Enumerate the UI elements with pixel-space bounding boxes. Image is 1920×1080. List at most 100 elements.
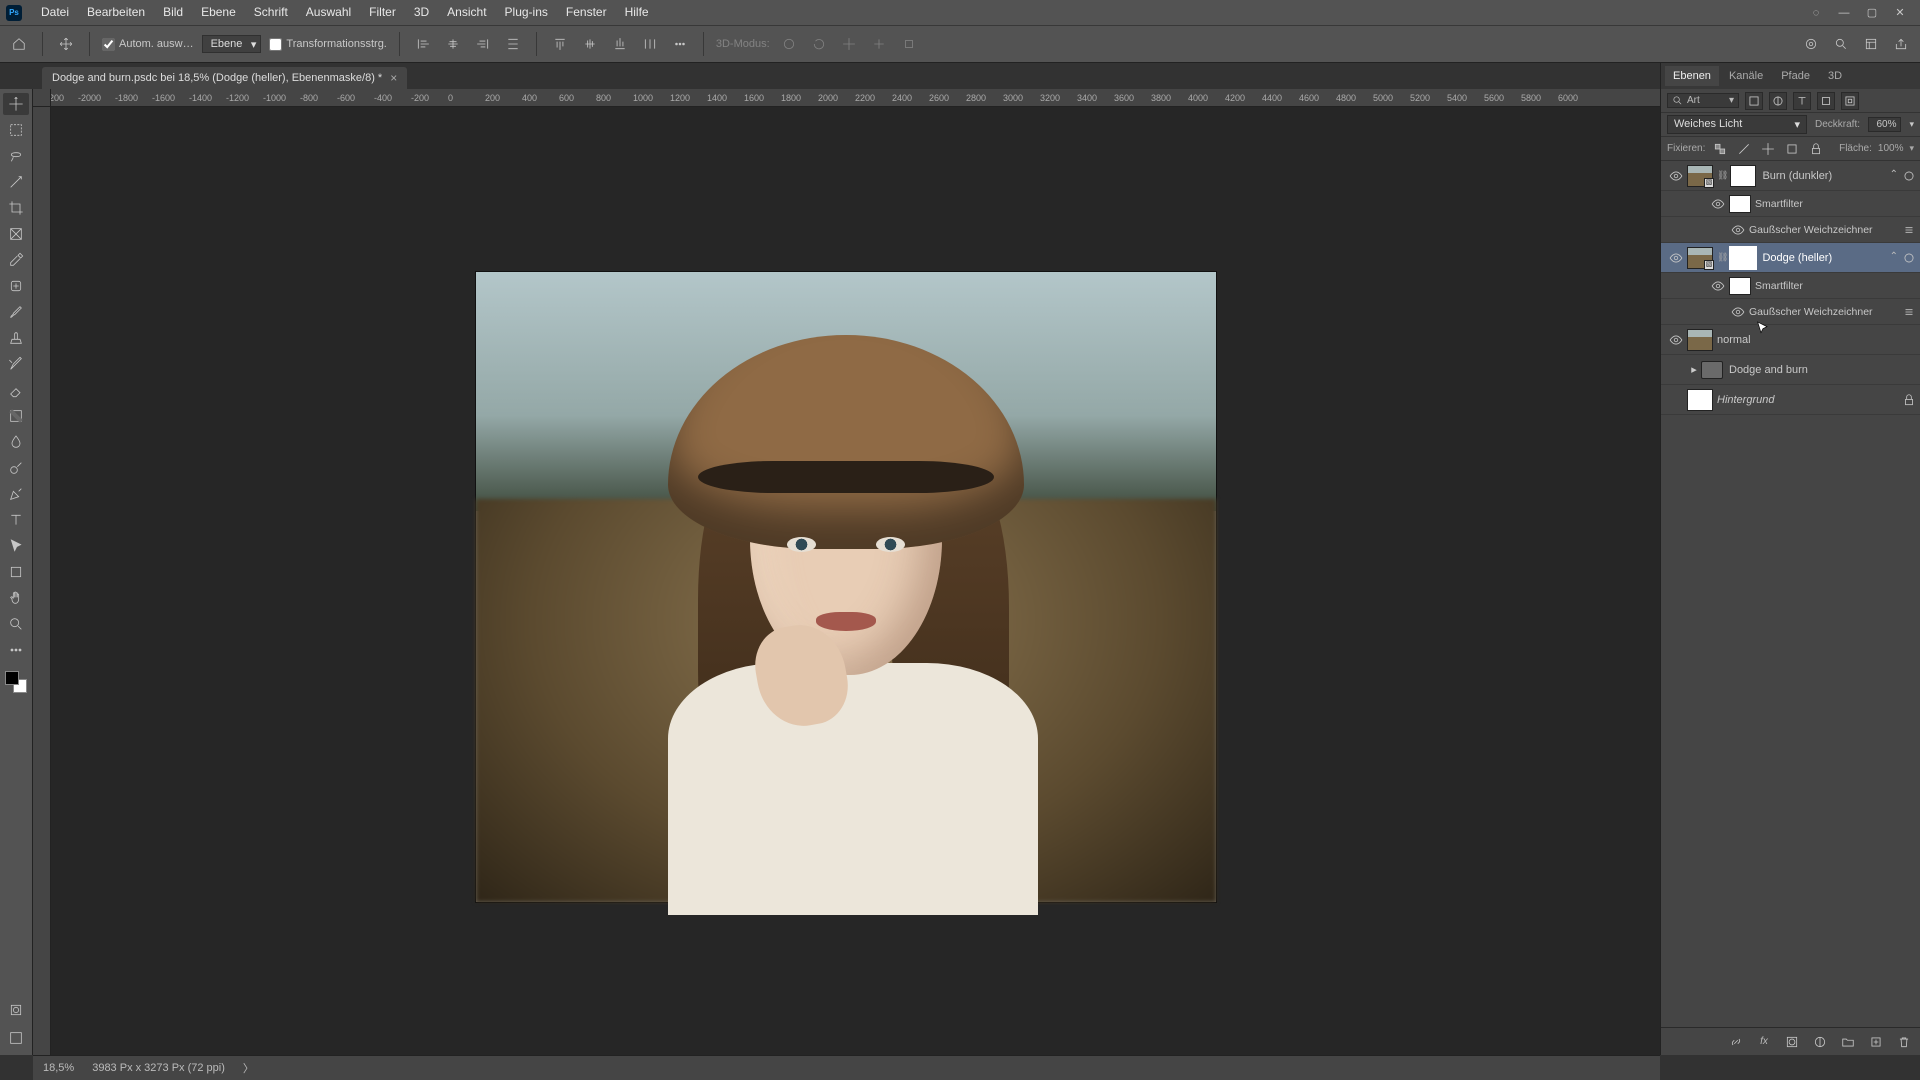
smart-filters-icon[interactable] bbox=[1902, 169, 1916, 183]
opacity-value[interactable]: 60% bbox=[1868, 117, 1901, 132]
layer-burn_gb[interactable]: Gaußscher Weichzeichner bbox=[1661, 217, 1920, 243]
fill-value[interactable]: 100% bbox=[1878, 143, 1904, 154]
marquee-tool[interactable] bbox=[3, 119, 29, 141]
transform-controls-checkbox[interactable]: Transformationsstrg. bbox=[269, 38, 386, 51]
menu-hilfe[interactable]: Hilfe bbox=[616, 5, 658, 19]
panel-tab-kanäle[interactable]: Kanäle bbox=[1721, 66, 1771, 86]
menu-auswahl[interactable]: Auswahl bbox=[297, 5, 360, 19]
distribute-v-icon[interactable] bbox=[639, 33, 661, 55]
layer-thumb[interactable] bbox=[1687, 389, 1713, 411]
layer-normal[interactable]: normal bbox=[1661, 325, 1920, 355]
visibility-toggle[interactable] bbox=[1665, 251, 1687, 265]
link-mask-icon[interactable]: ⛓ bbox=[1717, 170, 1728, 181]
layer-mask-thumb[interactable] bbox=[1730, 165, 1756, 187]
lock-artboard-icon[interactable] bbox=[1783, 140, 1801, 158]
menu-bild[interactable]: Bild bbox=[154, 5, 192, 19]
layer-filter-kind-dropdown[interactable]: Art▾ bbox=[1667, 93, 1739, 108]
menu-plug-ins[interactable]: Plug-ins bbox=[496, 5, 557, 19]
filters-collapse-icon[interactable]: ⌃ bbox=[1890, 169, 1898, 183]
expand-group-toggle[interactable]: ▸ bbox=[1687, 363, 1701, 376]
filter-visibility-toggle[interactable] bbox=[1707, 197, 1729, 211]
menu-filter[interactable]: Filter bbox=[360, 5, 405, 19]
filter-visibility-toggle[interactable] bbox=[1727, 223, 1749, 237]
distribute-h-icon[interactable] bbox=[502, 33, 524, 55]
filter-mask-thumb[interactable] bbox=[1729, 277, 1751, 295]
align-hcenter-icon[interactable] bbox=[442, 33, 464, 55]
adjustment-layer-icon[interactable] bbox=[1812, 1034, 1828, 1050]
menu-datei[interactable]: Datei bbox=[32, 5, 78, 19]
link-mask-icon[interactable]: ⛓ bbox=[1717, 252, 1728, 263]
healing-brush-tool[interactable] bbox=[3, 275, 29, 297]
auto-select-checkbox[interactable]: Autom. ausw… bbox=[102, 38, 194, 51]
menu-fenster[interactable]: Fenster bbox=[557, 5, 616, 19]
filter-smart-icon[interactable] bbox=[1841, 92, 1859, 110]
document-dimensions[interactable]: 3983 Px x 3273 Px (72 ppi) bbox=[92, 1062, 225, 1074]
auto-select-target-dropdown[interactable]: Ebene ▾ bbox=[202, 35, 262, 53]
menu-ansicht[interactable]: Ansicht bbox=[438, 5, 495, 19]
ruler-origin[interactable] bbox=[33, 89, 51, 107]
link-layers-icon[interactable] bbox=[1728, 1034, 1744, 1050]
layer-burn[interactable]: ▧⛓Burn (dunkler)⌃ bbox=[1661, 161, 1920, 191]
lock-transparency-icon[interactable] bbox=[1711, 140, 1729, 158]
lock-position-icon[interactable] bbox=[1759, 140, 1777, 158]
layer-mask-icon[interactable] bbox=[1784, 1034, 1800, 1050]
group-layers-icon[interactable] bbox=[1840, 1034, 1856, 1050]
visibility-toggle[interactable] bbox=[1665, 169, 1687, 183]
cloud-icon[interactable]: ◌ bbox=[1802, 3, 1830, 23]
path-select-tool[interactable] bbox=[3, 535, 29, 557]
menu-3d[interactable]: 3D bbox=[405, 5, 438, 19]
clone-stamp-tool[interactable] bbox=[3, 327, 29, 349]
close-tab-icon[interactable]: × bbox=[390, 71, 397, 85]
close-window-button[interactable]: ✕ bbox=[1886, 3, 1914, 23]
layer-thumb[interactable] bbox=[1687, 329, 1713, 351]
history-brush-tool[interactable] bbox=[3, 353, 29, 375]
filter-visibility-toggle[interactable] bbox=[1727, 305, 1749, 319]
lock-image-icon[interactable] bbox=[1735, 140, 1753, 158]
align-vcenter-icon[interactable] bbox=[579, 33, 601, 55]
lock-all-icon[interactable] bbox=[1807, 140, 1825, 158]
layer-bg[interactable]: Hintergrund bbox=[1661, 385, 1920, 415]
crop-tool[interactable] bbox=[3, 197, 29, 219]
new-layer-icon[interactable] bbox=[1868, 1034, 1884, 1050]
rectangle-tool[interactable] bbox=[3, 561, 29, 583]
search-icon[interactable] bbox=[1830, 33, 1852, 55]
document-tab[interactable]: Dodge and burn.psdc bei 18,5% (Dodge (he… bbox=[42, 67, 407, 89]
layer-dodge[interactable]: ▧⛓Dodge (heller)⌃ bbox=[1661, 243, 1920, 273]
eraser-tool[interactable] bbox=[3, 379, 29, 401]
menu-schrift[interactable]: Schrift bbox=[245, 5, 297, 19]
menu-bearbeiten[interactable]: Bearbeiten bbox=[78, 5, 154, 19]
pen-tool[interactable] bbox=[3, 483, 29, 505]
cloud-docs-icon[interactable] bbox=[1800, 33, 1822, 55]
layer-burn_sf[interactable]: Smartfilter bbox=[1661, 191, 1920, 217]
visibility-toggle[interactable] bbox=[1665, 333, 1687, 347]
quick-mask-icon[interactable] bbox=[3, 999, 29, 1021]
minimize-button[interactable]: — bbox=[1830, 3, 1858, 23]
status-more-chevron[interactable]: 〉 bbox=[243, 1060, 254, 1076]
layer-group[interactable]: ▸Dodge and burn bbox=[1661, 355, 1920, 385]
eyedropper-tool[interactable] bbox=[3, 249, 29, 271]
edit-toolbar-icon[interactable] bbox=[3, 639, 29, 661]
magic-wand-tool[interactable] bbox=[3, 171, 29, 193]
home-button[interactable] bbox=[8, 33, 30, 55]
filter-settings-icon[interactable] bbox=[1902, 223, 1916, 237]
blend-mode-dropdown[interactable]: Weiches Licht▾ bbox=[1667, 115, 1807, 134]
share-icon[interactable] bbox=[1890, 33, 1912, 55]
panel-tab-pfade[interactable]: Pfade bbox=[1773, 66, 1818, 86]
filter-pixel-icon[interactable] bbox=[1745, 92, 1763, 110]
menu-ebene[interactable]: Ebene bbox=[192, 5, 245, 19]
layer-dodge_gb[interactable]: Gaußscher Weichzeichner bbox=[1661, 299, 1920, 325]
filters-collapse-icon[interactable]: ⌃ bbox=[1890, 251, 1898, 265]
filter-settings-icon[interactable] bbox=[1902, 305, 1916, 319]
more-align-icon[interactable] bbox=[669, 33, 691, 55]
canvas-area[interactable] bbox=[51, 107, 1660, 1055]
type-tool[interactable] bbox=[3, 509, 29, 531]
layer-thumb[interactable]: ▧ bbox=[1687, 247, 1713, 269]
zoom-level[interactable]: 18,5% bbox=[43, 1062, 74, 1074]
brush-tool[interactable] bbox=[3, 301, 29, 323]
align-top-icon[interactable] bbox=[549, 33, 571, 55]
color-swatches[interactable] bbox=[5, 671, 27, 693]
layer-thumb[interactable]: ▧ bbox=[1687, 165, 1713, 187]
frame-tool[interactable] bbox=[3, 223, 29, 245]
panel-tab-ebenen[interactable]: Ebenen bbox=[1665, 66, 1719, 86]
layer-fx-icon[interactable]: fx bbox=[1756, 1034, 1772, 1050]
